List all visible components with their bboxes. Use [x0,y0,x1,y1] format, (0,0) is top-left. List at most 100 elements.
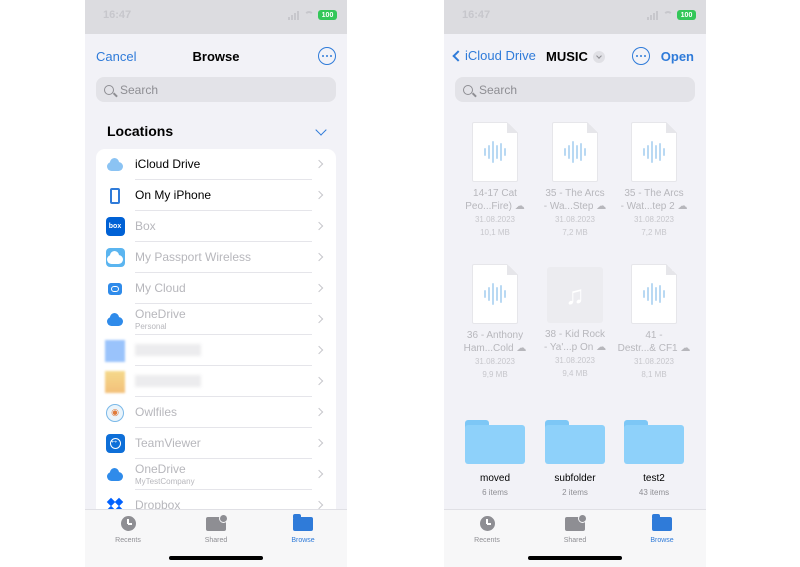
location-my-passport-wireless[interactable]: My Passport Wireless [96,242,336,273]
tab-bar: Recents Shared Browse [444,509,706,567]
locations-list: iCloud Drive On My iPhone box Box My Pas… [96,149,336,521]
page-title: Browse [192,49,240,64]
folder-icon [465,420,525,464]
folder-item[interactable]: moved 6 items [455,420,535,497]
iphone-icon [105,186,125,206]
open-button[interactable]: Open [661,49,694,64]
location-onedrive-personal[interactable]: OneDrive Personal [96,304,336,335]
file-size: 10,1 MB [480,228,510,237]
clock-icon [479,516,495,531]
location-blurred-2[interactable] [96,366,336,397]
chevron-right-icon [314,469,324,479]
audio-file-icon [552,122,598,182]
file-date: 31.08.2023 [633,357,675,366]
locations-title: Locations [107,123,174,139]
signal-icon [647,10,659,20]
file-date: 31.08.2023 [554,356,596,365]
file-name-line1: 14-17 Cat [473,188,517,199]
folder-title-menu[interactable]: MUSIC [546,49,605,64]
search-placeholder: Search [479,82,518,97]
folder-sheet: iCloud Drive MUSIC Open Search 14-17 Cat… [444,38,706,567]
folder-count: 6 items [482,488,508,497]
tab-browse[interactable]: Browse [631,513,693,544]
file-name-line2: - Wat...tep 2 [620,201,675,212]
status-bar: 16:47 100 [444,0,706,34]
audio-file-icon [472,264,518,324]
tab-label: Shared [204,537,228,544]
location-label: Owlfiles [135,405,178,419]
location-label: Box [135,219,156,233]
chevron-right-icon [314,190,324,200]
locations-header[interactable]: Locations [107,123,327,143]
browse-screen: 16:47 100 Cancel Browse Search Locations… [85,0,347,567]
tab-recents[interactable]: Recents [97,515,159,544]
chevron-right-icon [314,252,324,262]
folder-name: subfolder [554,473,596,484]
search-input[interactable]: Search [96,77,336,102]
chevron-right-icon [314,221,324,231]
wifi-icon [663,11,673,19]
file-date: 31.08.2023 [474,357,516,366]
location-label: OneDrive [135,307,186,321]
chevron-right-icon [314,500,324,510]
location-box[interactable]: box Box [96,211,336,242]
location-blurred-1[interactable] [96,335,336,366]
battery-icon: 100 [318,10,337,20]
box-icon: box [105,217,125,237]
file-name-line1: 35 - The Arcs [624,188,684,199]
back-button[interactable]: iCloud Drive [452,48,536,63]
chevron-right-icon [314,283,324,293]
cloud-download-icon[interactable]: ☁ [596,342,606,353]
location-owlfiles[interactable]: ◉ Owlfiles [96,397,336,428]
folder-icon [293,513,313,531]
search-icon [463,84,473,95]
chevron-right-icon [314,345,324,355]
file-item[interactable]: 36 - Anthony Ham...Cold ☁ 31.08.2023 9,9… [455,264,535,381]
mycloud-icon [105,279,125,299]
file-item[interactable]: 35 - The Arcs - Wa...Step ☁ 31.08.2023 7… [535,122,615,239]
status-time: 16:47 [462,9,491,21]
file-item[interactable]: 41 - Destr...& CF1 ☁ 31.08.2023 8,1 MB [614,264,694,381]
location-sublabel: Personal [135,322,167,331]
cloud-download-icon[interactable]: ☁ [680,343,690,354]
location-on-my-iphone[interactable]: On My iPhone [96,180,336,211]
file-item[interactable]: 14-17 Cat Peo...Fire) ☁ 31.08.2023 10,1 … [455,122,535,239]
folder-item[interactable]: subfolder 2 items [535,420,615,497]
chevron-right-icon [314,159,324,169]
location-my-cloud[interactable]: My Cloud [96,273,336,304]
chevron-down-icon[interactable] [315,124,327,136]
cloud-download-icon[interactable]: ☁ [516,343,526,354]
cloud-download-icon[interactable]: ☁ [596,201,606,212]
search-input[interactable]: Search [455,77,695,102]
tab-browse[interactable]: Browse [272,513,334,544]
chevron-down-icon [592,50,605,63]
more-options-icon[interactable] [632,47,650,65]
tab-bar: Recents Shared Browse [85,509,347,567]
location-label: iCloud Drive [135,157,201,171]
tab-shared[interactable]: Shared [544,513,606,544]
tab-label: Browse [291,537,315,544]
file-item[interactable]: 35 - The Arcs - Wat...tep 2 ☁ 31.08.2023… [614,122,694,239]
file-size: 9,9 MB [482,370,508,379]
cloud-download-icon[interactable]: ☁ [677,201,687,212]
cloud-download-icon[interactable]: ☁ [515,201,525,212]
location-icloud-drive[interactable]: iCloud Drive [96,149,336,180]
file-name-line2: Destr...& CF1 [617,343,678,354]
folder-item[interactable]: test2 43 items [614,420,694,497]
folder-icon [652,513,672,531]
folder-icon [624,420,684,464]
blurred-icon [105,339,125,362]
nav-bar: iCloud Drive MUSIC Open [444,38,706,76]
tab-recents[interactable]: Recents [456,515,518,544]
location-teamviewer[interactable]: TeamViewer [96,428,336,459]
file-size: 7,2 MB [562,228,588,237]
folder-name: moved [479,473,510,484]
location-label: My Cloud [135,281,186,295]
chevron-left-icon [452,49,464,62]
file-item[interactable]: ♫ 38 - Kid Rock - Ya'...p On ☁ 31.08.202… [535,264,615,380]
more-options-icon[interactable] [318,47,336,65]
tab-shared[interactable]: Shared [185,513,247,544]
back-label: iCloud Drive [465,48,536,63]
status-icons: 100 [288,10,337,20]
location-onedrive-company[interactable]: OneDrive MyTestCompany [96,459,336,490]
